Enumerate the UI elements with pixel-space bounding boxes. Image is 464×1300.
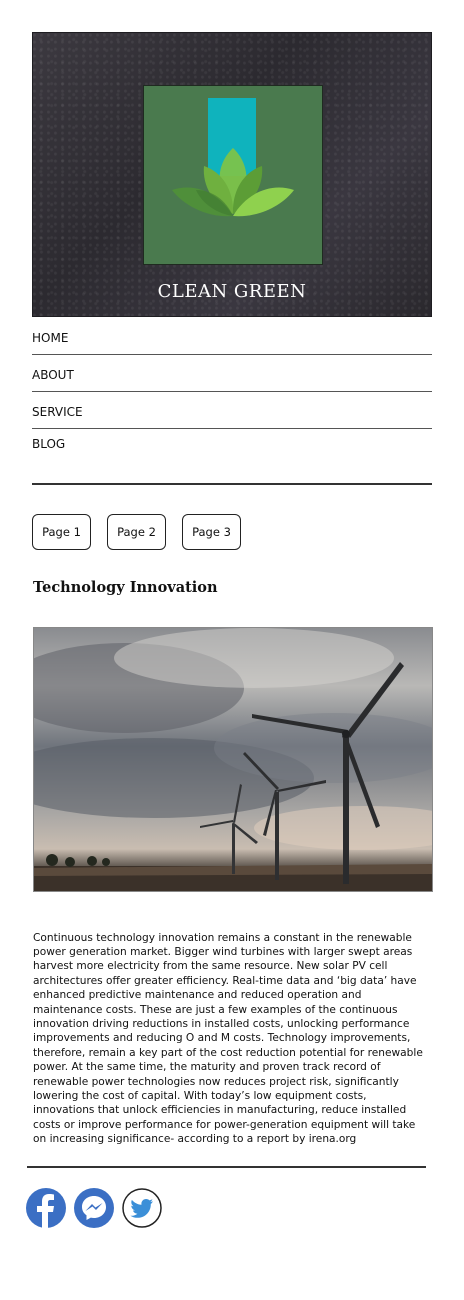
- header-banner: CLEAN GREEN: [32, 32, 432, 317]
- page-1-button[interactable]: Page 1: [32, 514, 91, 550]
- nav-item-service[interactable]: SERVICE: [32, 392, 432, 429]
- page-3-button[interactable]: Page 3: [182, 514, 241, 550]
- logo[interactable]: [143, 85, 323, 265]
- pagination: Page 1 Page 2 Page 3: [32, 514, 241, 550]
- nav-divider: [32, 483, 432, 485]
- wind-turbine-image: [33, 627, 433, 892]
- facebook-icon[interactable]: [26, 1188, 66, 1228]
- article-title: Technology Innovation: [33, 579, 218, 596]
- nav-item-about[interactable]: ABOUT: [32, 355, 432, 392]
- page-2-button[interactable]: Page 2: [107, 514, 166, 550]
- main-nav: HOME ABOUT SERVICE BLOG: [32, 318, 432, 465]
- twitter-icon[interactable]: [122, 1188, 162, 1228]
- article-body: Continuous technology innovation remains…: [33, 931, 423, 1146]
- footer-divider: [27, 1166, 426, 1168]
- nav-item-home[interactable]: HOME: [32, 318, 432, 355]
- lotus-logo-icon: [172, 98, 294, 217]
- messenger-icon[interactable]: [74, 1188, 114, 1228]
- social-links: [26, 1188, 162, 1228]
- page: CLEAN GREEN HOME ABOUT SERVICE BLOG Page…: [0, 0, 464, 1300]
- brand-name: CLEAN GREEN: [157, 281, 307, 302]
- nav-item-blog[interactable]: BLOG: [32, 429, 432, 465]
